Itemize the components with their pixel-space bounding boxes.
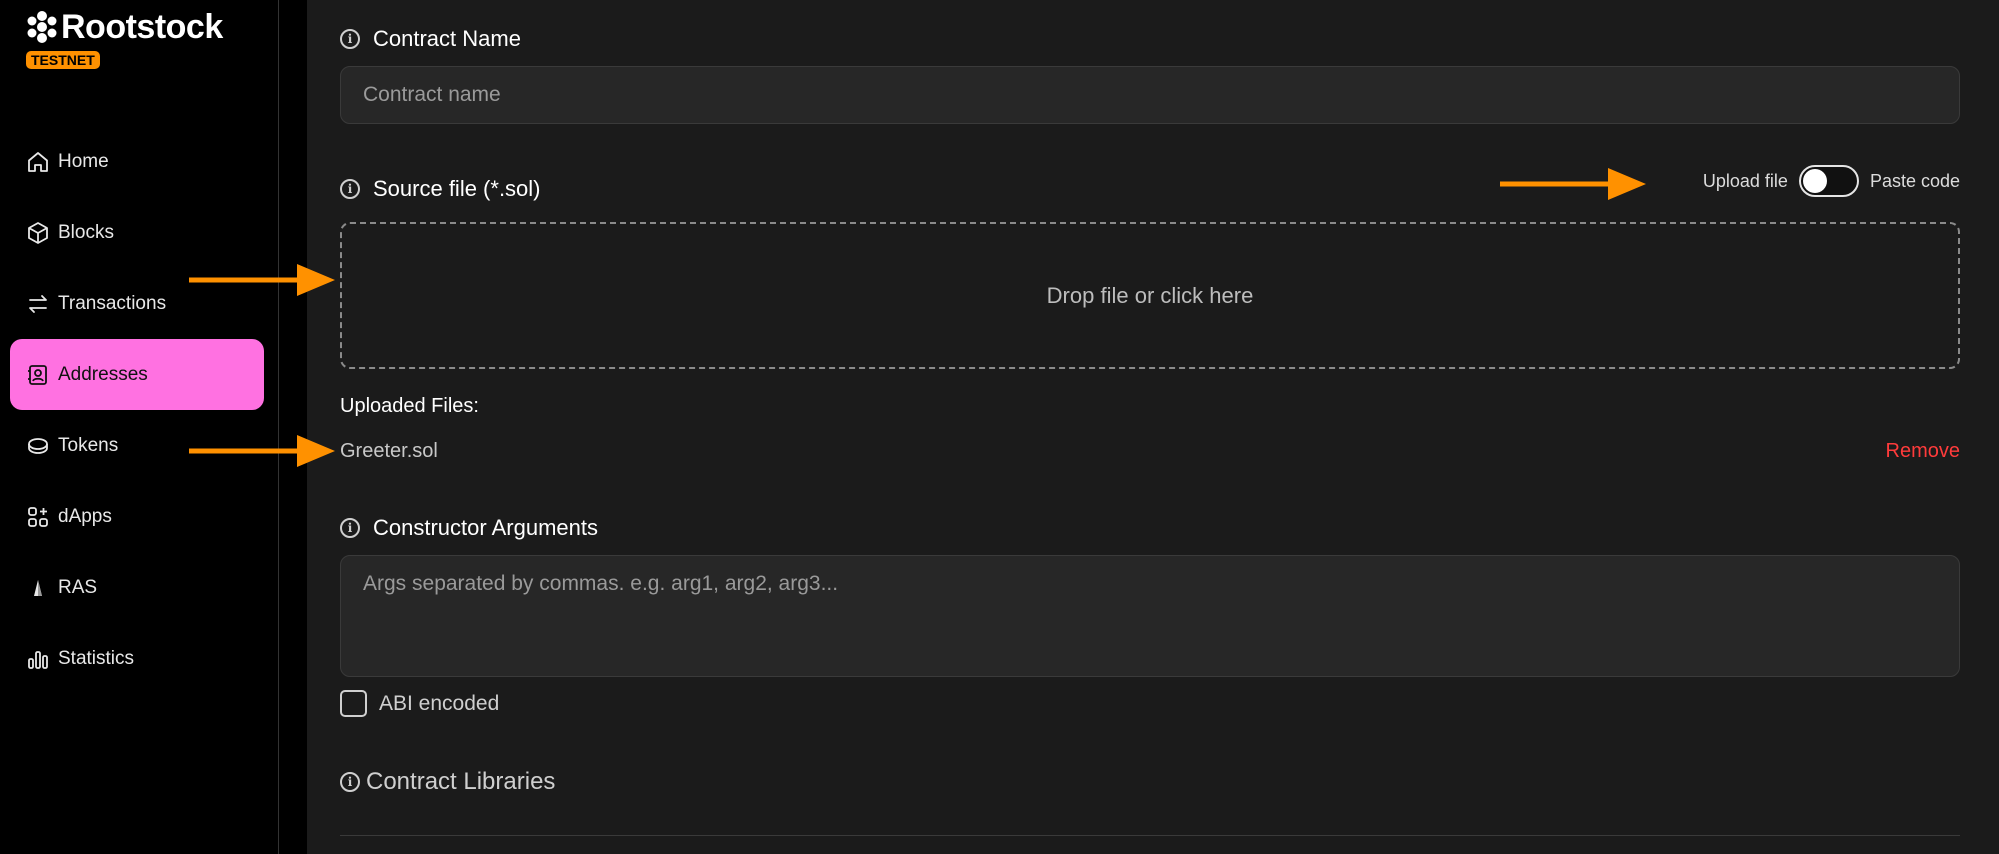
sidebar-item-label: Statistics — [58, 647, 135, 669]
uploaded-files-title: Uploaded Files: — [340, 395, 479, 417]
sidebar-item-dapps[interactable]: dApps — [10, 481, 264, 552]
sidebar-item-label: Addresses — [58, 363, 148, 385]
sidebar: Rootstock TESTNET Home Blocks Transactio… — [0, 0, 279, 854]
info-icon[interactable]: i — [340, 29, 360, 49]
sidebar-item-addresses[interactable]: Addresses — [10, 339, 264, 410]
apps-grid-icon — [24, 503, 52, 531]
home-icon — [24, 148, 52, 176]
arrows-swap-icon — [24, 290, 52, 318]
source-file-heading: i Source file (*.sol) — [340, 176, 541, 202]
sidebar-item-label: Tokens — [58, 434, 119, 456]
sidebar-item-blocks[interactable]: Blocks — [10, 197, 264, 268]
contract-name-input[interactable] — [340, 66, 1960, 124]
source-mode-toggle-group: Upload file Paste code — [1703, 165, 1960, 197]
sidebar-item-label: Transactions — [58, 292, 167, 314]
source-file-label: Source file (*.sol) — [373, 176, 541, 201]
bar-chart-icon — [24, 645, 52, 673]
abi-encoded-row: ABI encoded — [340, 690, 499, 717]
brand-logo[interactable]: Rootstock — [25, 10, 223, 44]
rootstock-logo-icon — [27, 11, 57, 43]
ras-icon — [24, 574, 52, 602]
sidebar-item-label: Blocks — [58, 221, 114, 243]
constructor-args-heading: i Constructor Arguments — [340, 515, 598, 541]
constructor-args-label: Constructor Arguments — [373, 515, 598, 540]
file-dropzone[interactable]: Drop file or click here — [340, 222, 1960, 369]
dropzone-text: Drop file or click here — [1046, 282, 1254, 308]
info-icon[interactable]: i — [340, 179, 360, 199]
section-divider — [340, 835, 1960, 836]
constructor-args-textarea[interactable] — [340, 555, 1960, 677]
annotation-arrow-right-icon — [189, 264, 335, 296]
annotation-arrow-right-icon — [1500, 168, 1646, 200]
contact-card-icon — [24, 361, 52, 389]
info-icon[interactable]: i — [340, 518, 360, 538]
contract-name-heading: i Contract Name — [340, 26, 521, 52]
contract-libraries-heading[interactable]: i Contract Libraries — [340, 768, 555, 796]
sidebar-nav: Home Blocks Transactions Addresses Token… — [10, 126, 264, 694]
sidebar-item-label: dApps — [58, 505, 112, 527]
source-mode-toggle[interactable] — [1798, 165, 1859, 197]
coin-icon — [24, 432, 52, 460]
network-badge: TESTNET — [26, 51, 100, 69]
info-icon[interactable]: i — [340, 772, 360, 792]
sidebar-item-ras[interactable]: RAS — [10, 552, 264, 623]
annotation-arrow-right-icon — [189, 435, 335, 467]
contract-libraries-label: Contract Libraries — [366, 768, 556, 795]
upload-file-label[interactable]: Upload file — [1703, 171, 1788, 192]
main-panel: i Contract Name i Source file (*.sol) Up… — [307, 0, 1999, 854]
remove-file-button[interactable]: Remove — [1886, 440, 1960, 463]
uploaded-file-name: Greeter.sol — [340, 440, 438, 462]
abi-encoded-checkbox[interactable] — [340, 690, 367, 717]
sidebar-item-statistics[interactable]: Statistics — [10, 623, 264, 694]
sidebar-item-home[interactable]: Home — [10, 126, 264, 197]
brand-name: Rootstock — [61, 8, 223, 46]
abi-encoded-label[interactable]: ABI encoded — [379, 692, 499, 716]
paste-code-label[interactable]: Paste code — [1870, 171, 1960, 192]
sidebar-item-label: RAS — [58, 576, 98, 598]
cube-icon — [24, 219, 52, 247]
toggle-knob — [1802, 169, 1827, 193]
sidebar-item-label: Home — [58, 150, 109, 172]
contract-name-label: Contract Name — [373, 26, 521, 51]
